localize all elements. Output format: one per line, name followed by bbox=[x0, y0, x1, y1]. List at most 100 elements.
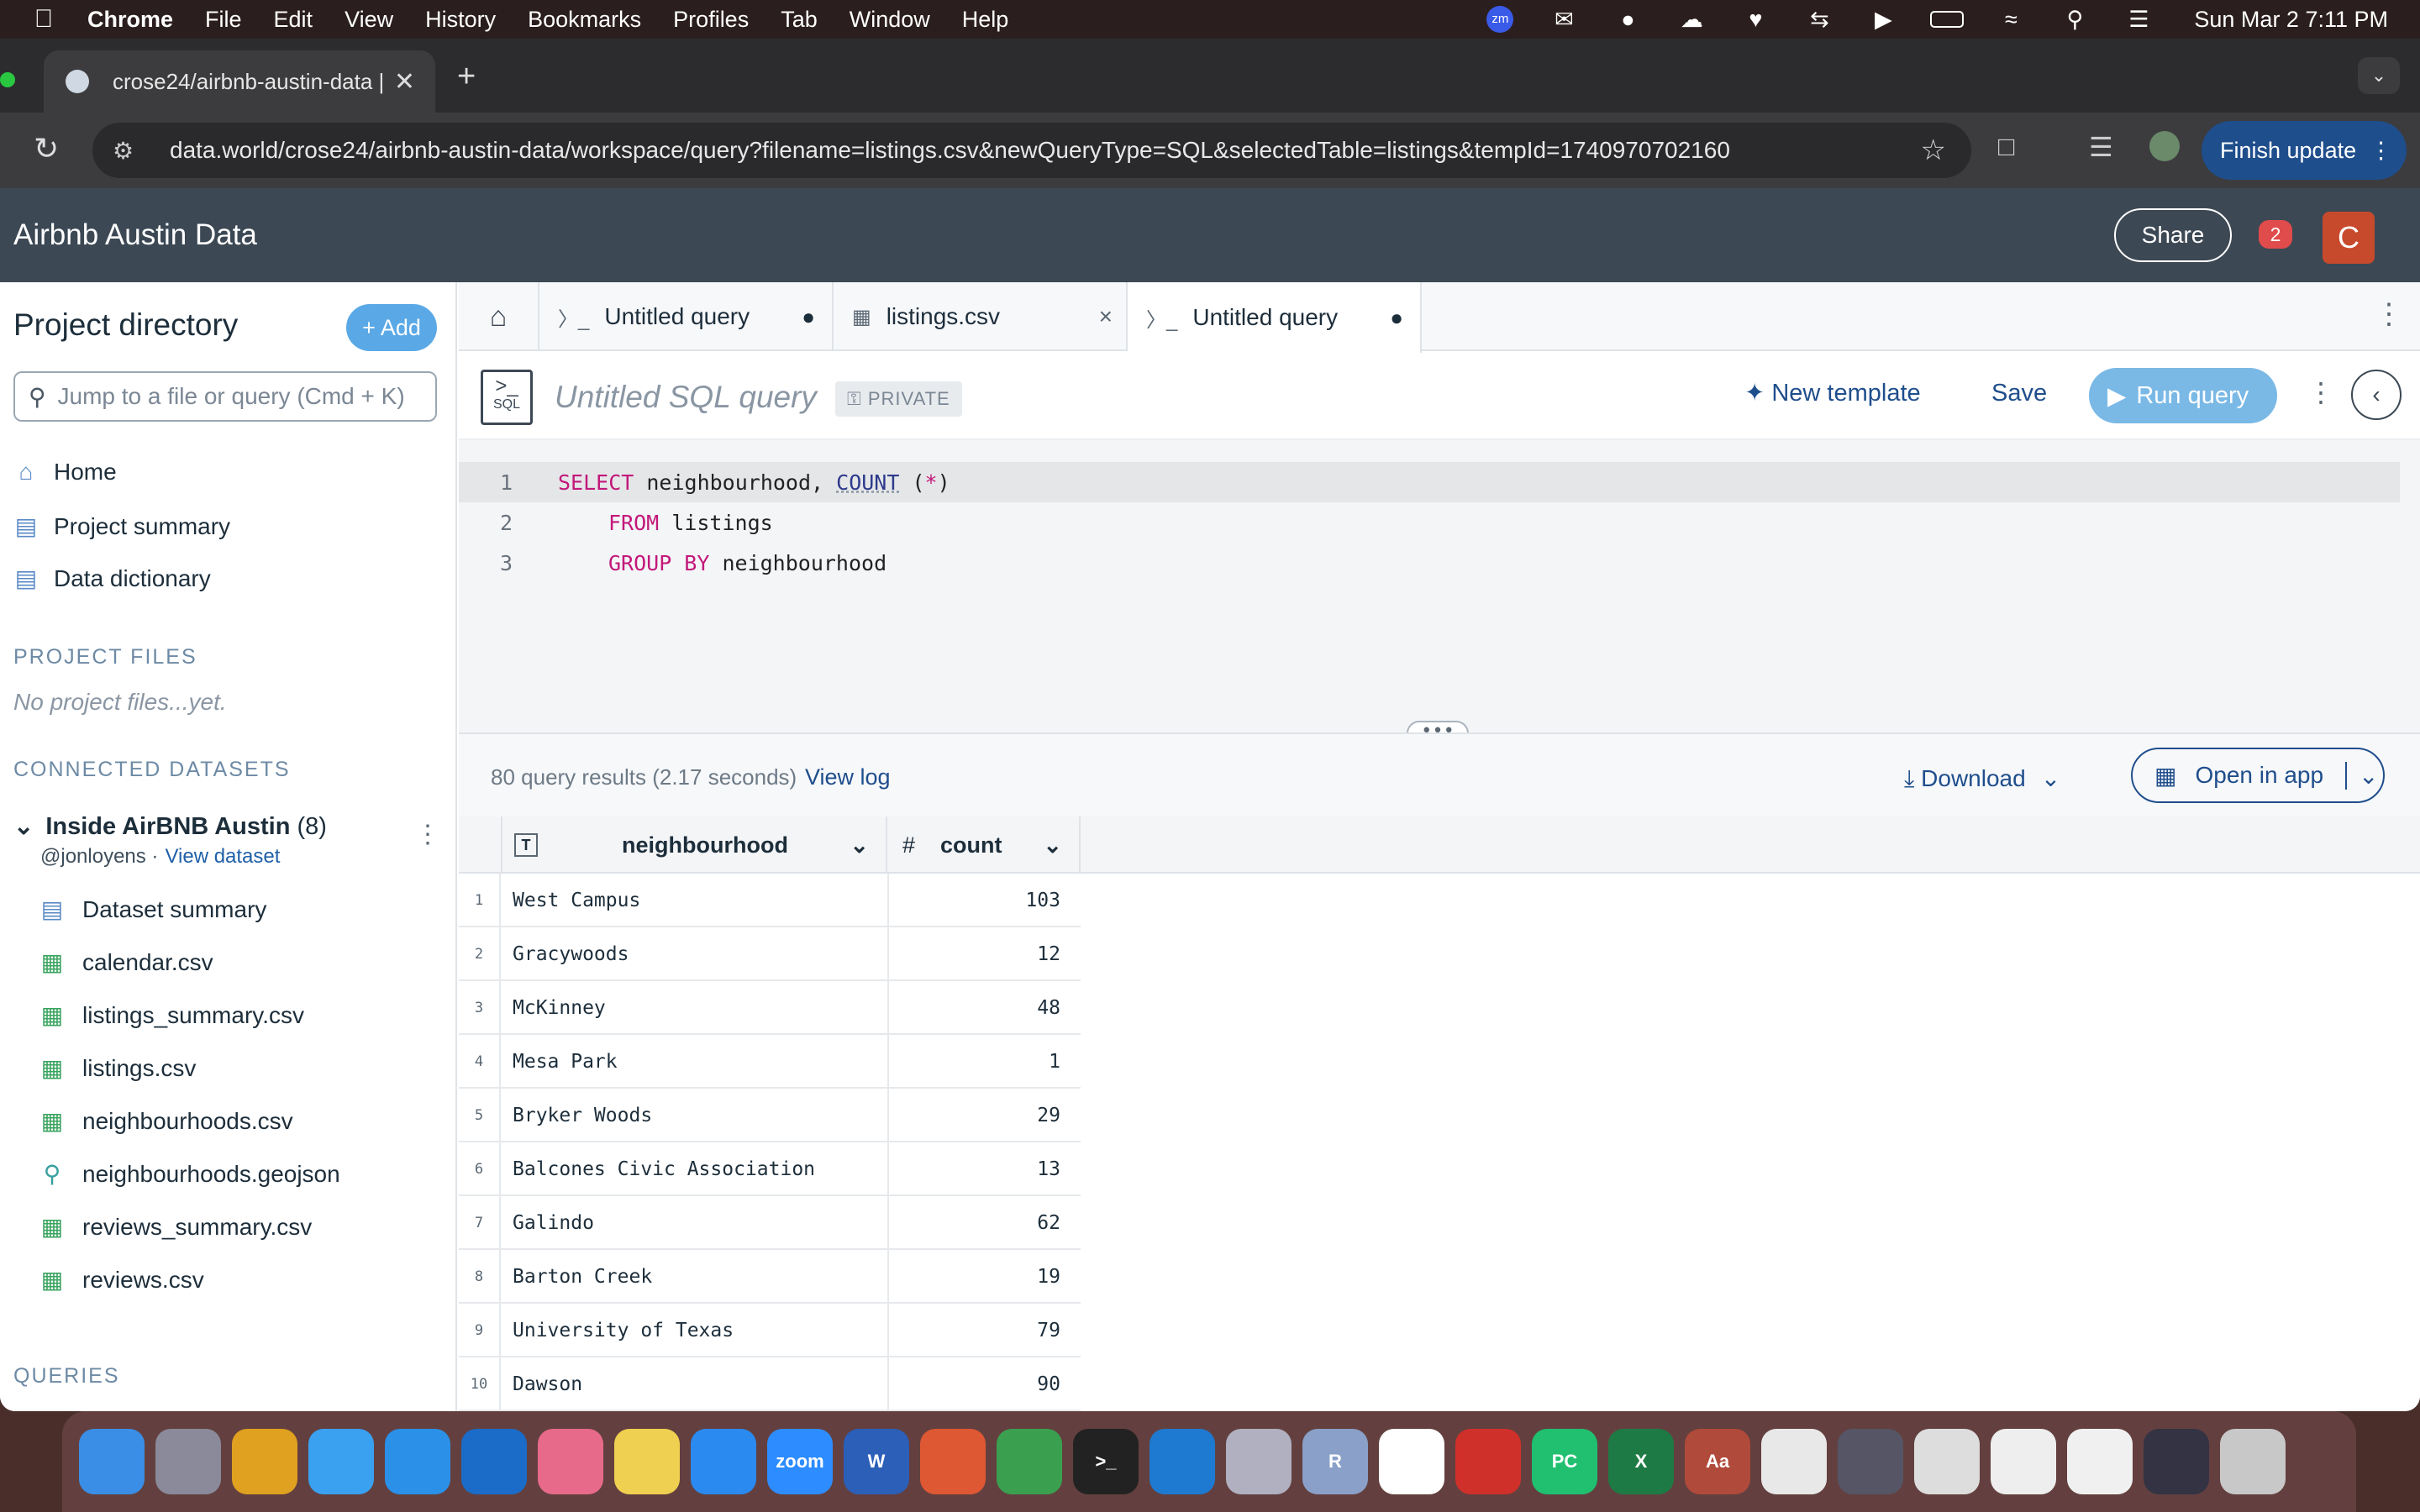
dock-finder-icon[interactable] bbox=[79, 1429, 145, 1494]
tab-listings-csv[interactable]: ▦ listings.csv × bbox=[834, 282, 1128, 351]
table-row[interactable]: 2 Gracywoods 12 bbox=[459, 927, 1081, 981]
reload-icon[interactable]: ↻ bbox=[34, 131, 59, 166]
finish-update-button[interactable]: Finish update ⋮ bbox=[2202, 121, 2407, 180]
dock-duckduckgo-icon[interactable] bbox=[920, 1429, 986, 1494]
dock-terminal-icon[interactable]: >_ bbox=[1073, 1429, 1139, 1494]
control-center-icon[interactable]: ☰ bbox=[2122, 6, 2155, 33]
view-dataset-link[interactable]: View dataset bbox=[165, 845, 280, 868]
dock-photos-icon[interactable] bbox=[538, 1429, 603, 1494]
column-header-neighbourhood[interactable]: Tneighbourhood ⌄ bbox=[502, 816, 887, 874]
dataset-more-icon[interactable]: ⋮ bbox=[415, 820, 440, 849]
table-row[interactable]: 9 University of Texas 79 bbox=[459, 1304, 1081, 1357]
chevron-down-icon[interactable]: ⌄ bbox=[1043, 832, 1062, 858]
table-row[interactable]: 1 West Campus 103 bbox=[459, 874, 1081, 927]
menu-help[interactable]: Help bbox=[962, 7, 1009, 33]
dataset-owner[interactable]: @jonloyens · bbox=[40, 845, 158, 868]
cell-neighbourhood[interactable]: Gracywoods bbox=[513, 927, 629, 981]
project-title[interactable]: Airbnb Austin Data bbox=[13, 218, 257, 252]
dock-word-icon[interactable]: W bbox=[844, 1429, 909, 1494]
query-more-icon[interactable]: ⋮ bbox=[2307, 376, 2334, 408]
download-button[interactable]: ⤓ Download ⌄ bbox=[1904, 764, 2060, 793]
code-text[interactable]: SELECT neighbourhood, COUNT (*) bbox=[558, 470, 950, 495]
jump-search-input[interactable]: ⚲ Jump to a file or query (Cmd + K) bbox=[13, 371, 437, 422]
cell-count[interactable]: 12 bbox=[887, 927, 1067, 981]
cell-count[interactable]: 90 bbox=[887, 1357, 1067, 1411]
profile-avatar[interactable] bbox=[2149, 131, 2180, 161]
dock-vscode-icon[interactable] bbox=[1150, 1429, 1215, 1494]
cell-neighbourhood[interactable]: West Campus bbox=[513, 874, 640, 927]
code-line[interactable]: 1 SELECT neighbourhood, COUNT (*) bbox=[459, 462, 2400, 502]
file-neighbourhoods-geojson[interactable]: ⚲ neighbourhoods.geojson bbox=[39, 1160, 340, 1188]
column-header-count[interactable]: # count ⌄ bbox=[887, 816, 1081, 874]
dock-dictionary-icon[interactable]: Aa bbox=[1685, 1429, 1750, 1494]
dock-launchpad-icon[interactable] bbox=[155, 1429, 221, 1494]
dock-expressvpn-icon[interactable] bbox=[1455, 1429, 1521, 1494]
table-row[interactable]: 7 Galindo 62 bbox=[459, 1196, 1081, 1250]
dock-pycharm-icon[interactable]: PC bbox=[1532, 1429, 1597, 1494]
code-line[interactable]: 2 FROM listings bbox=[459, 502, 2400, 543]
dock-doc-icon[interactable] bbox=[1761, 1429, 1827, 1494]
file-dataset-summary[interactable]: ▤ Dataset summary bbox=[39, 895, 267, 923]
cell-count[interactable]: 13 bbox=[887, 1142, 1067, 1196]
menu-window[interactable]: Window bbox=[850, 7, 930, 33]
dock-screenshot2-icon[interactable] bbox=[1914, 1429, 1980, 1494]
table-row[interactable]: 8 Barton Creek 19 bbox=[459, 1250, 1081, 1304]
query-title[interactable]: Untitled SQL query bbox=[555, 380, 817, 415]
dock-outlook-icon[interactable] bbox=[461, 1429, 527, 1494]
open-in-app-button[interactable]: ▦ Open in app ⌄ bbox=[2131, 748, 2385, 803]
run-query-button[interactable]: ▶ Run query bbox=[2089, 368, 2277, 423]
table-row[interactable]: 4 Mesa Park 1 bbox=[459, 1035, 1081, 1089]
cell-neighbourhood[interactable]: Galindo bbox=[513, 1196, 594, 1250]
menu-history[interactable]: History bbox=[425, 7, 496, 33]
menu-app[interactable]: Chrome bbox=[87, 7, 173, 33]
apple-icon[interactable]:  bbox=[0, 5, 87, 34]
cell-neighbourhood[interactable]: Barton Creek bbox=[513, 1250, 652, 1304]
save-button[interactable]: Save bbox=[1991, 380, 2047, 407]
table-row[interactable]: 3 McKinney 48 bbox=[459, 981, 1081, 1035]
globe-icon[interactable]: ● bbox=[1611, 6, 1644, 33]
cell-neighbourhood[interactable]: Dawson bbox=[513, 1357, 582, 1411]
cell-neighbourhood[interactable]: Balcones Civic Association bbox=[513, 1142, 815, 1196]
sidebar-item-data-dictionary[interactable]: ▤ Data dictionary bbox=[13, 564, 211, 592]
file-listings[interactable]: ▦ listings.csv bbox=[39, 1054, 197, 1082]
url-text[interactable]: data.world/crose24/airbnb-austin-data/wo… bbox=[170, 137, 1730, 164]
cell-neighbourhood[interactable]: University of Texas bbox=[513, 1304, 734, 1357]
code-text[interactable]: GROUP BY neighbourhood bbox=[608, 551, 886, 575]
wifi-icon[interactable]: ≈ bbox=[1994, 6, 2028, 33]
dock-mail-icon[interactable] bbox=[308, 1429, 374, 1494]
chevron-down-icon[interactable]: ⌄ bbox=[850, 832, 869, 858]
cell-count[interactable]: 1 bbox=[887, 1035, 1067, 1089]
tab-untitled-query-active[interactable]: 〉_ Untitled query ● bbox=[1128, 282, 1422, 353]
bookmark-star-icon[interactable]: ☆ bbox=[1921, 134, 1946, 167]
dock-chrome-icon[interactable] bbox=[232, 1429, 297, 1494]
sql-editor[interactable]: 1 SELECT neighbourhood, COUNT (*) 2 FROM… bbox=[459, 440, 2420, 746]
collapse-panel-icon[interactable]: ‹ bbox=[2351, 370, 2402, 420]
share-button[interactable]: Share bbox=[2114, 208, 2232, 262]
dock-activity-icon[interactable] bbox=[997, 1429, 1062, 1494]
menu-profiles[interactable]: Profiles bbox=[673, 7, 749, 33]
more-vert-icon[interactable]: ⋮ bbox=[2370, 138, 2392, 164]
cloud-icon[interactable]: ☁ bbox=[1675, 6, 1708, 33]
table-row[interactable]: 6 Balcones Civic Association 13 bbox=[459, 1142, 1081, 1196]
user-avatar[interactable]: C bbox=[2323, 212, 2375, 264]
sidebar-item-home[interactable]: ⌂ Home bbox=[13, 459, 117, 486]
play-icon[interactable]: ▶ bbox=[1866, 6, 1900, 33]
chevron-down-icon[interactable]: ⌄ bbox=[13, 813, 34, 840]
dock-screenshot4-icon[interactable] bbox=[2067, 1429, 2133, 1494]
cell-neighbourhood[interactable]: Bryker Woods bbox=[513, 1089, 652, 1142]
code-line[interactable]: 3 GROUP BY neighbourhood bbox=[459, 543, 2400, 583]
close-tab-icon[interactable]: × bbox=[1099, 303, 1113, 330]
table-row[interactable]: 5 Bryker Woods 29 bbox=[459, 1089, 1081, 1142]
menu-tab[interactable]: Tab bbox=[781, 7, 818, 33]
media-icon[interactable]: ☰ bbox=[2089, 131, 2113, 163]
cell-count[interactable]: 29 bbox=[887, 1089, 1067, 1142]
dock-screenshot1-icon[interactable] bbox=[1838, 1429, 1903, 1494]
new-tab-icon[interactable]: + bbox=[457, 59, 476, 95]
close-tab-icon[interactable]: ✕ bbox=[394, 67, 415, 97]
dock-screenshot5-icon[interactable] bbox=[2144, 1429, 2209, 1494]
file-listings-summary[interactable]: ▦ listings_summary.csv bbox=[39, 1001, 304, 1029]
file-calendar[interactable]: ▦ calendar.csv bbox=[39, 948, 213, 976]
menu-bookmarks[interactable]: Bookmarks bbox=[528, 7, 641, 33]
cell-count[interactable]: 62 bbox=[887, 1196, 1067, 1250]
tabs-more-icon[interactable]: ⋮ bbox=[2375, 297, 2403, 331]
